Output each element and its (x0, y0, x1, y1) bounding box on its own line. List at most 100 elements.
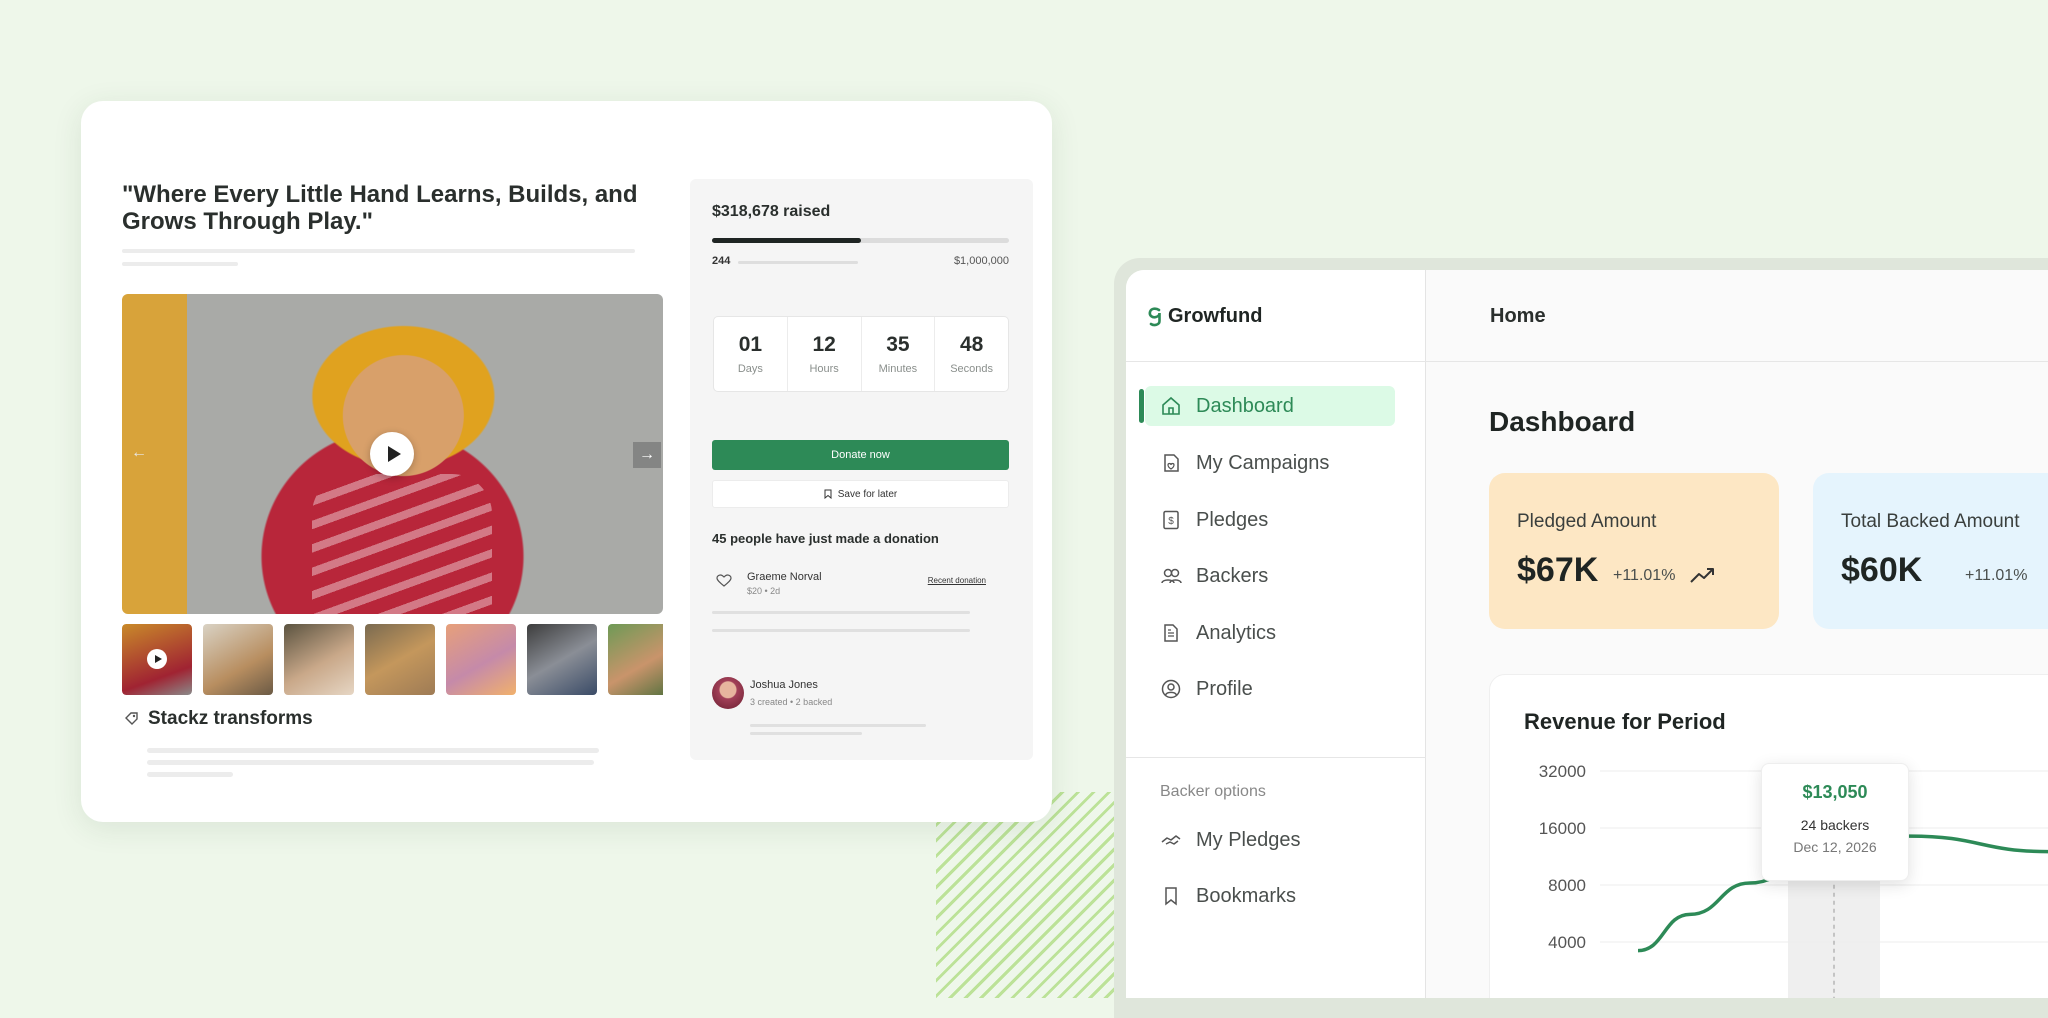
recent-donation-link[interactable]: Recent donation (928, 576, 986, 585)
tag-icon (125, 712, 138, 725)
thumbnail-strip (122, 624, 663, 695)
donation-panel: $318,678 raised 244 $1,000,000 01 Days 1… (690, 179, 1033, 760)
revenue-chart-card: Revenue for Period 32000 16000 8000 4000 $1… (1489, 674, 2048, 998)
countdown-days: 01 Days (714, 317, 788, 391)
skeleton-line (147, 760, 594, 765)
hatch-decoration (936, 792, 1136, 998)
progress-meta: 244 $1,000,000 (712, 255, 1009, 269)
sidebar-item-label: My Pledges (1196, 828, 1301, 851)
growfund-logo-icon (1148, 306, 1161, 326)
thumbnail[interactable] (608, 624, 663, 695)
raised-amount: $318,678 raised (712, 203, 831, 220)
highlight-column (1788, 881, 1880, 998)
sidebar-item-my-campaigns[interactable]: My Campaigns (1145, 443, 1395, 483)
save-label: Save for later (837, 488, 898, 500)
play-icon (387, 446, 401, 462)
sidebar-item-pledges[interactable]: $ Pledges (1145, 500, 1395, 540)
brand[interactable]: Growfund (1148, 305, 1262, 328)
sidebar-item-analytics[interactable]: Analytics (1145, 613, 1395, 653)
goal-amount: $1,000,000 (953, 255, 1009, 267)
dollar-doc-icon: $ (1163, 510, 1179, 530)
y-tick-label: 32000 (1539, 762, 1586, 781)
thumbnail[interactable] (203, 624, 273, 695)
stat-label: Total Backed Amount (1841, 511, 2020, 532)
thumbnail[interactable] (527, 624, 597, 695)
skeleton-line (122, 262, 238, 266)
play-button[interactable] (370, 432, 414, 476)
sidebar-item-label: My Campaigns (1196, 451, 1330, 474)
heart-hand-icon (716, 574, 732, 587)
backer-options-heading: Backer options (1160, 783, 1266, 800)
arrow-left-icon[interactable]: ← (128, 442, 150, 464)
countdown-unit: Minutes (878, 363, 918, 375)
user-circle-icon (1161, 679, 1181, 699)
y-tick-label: 16000 (1539, 819, 1586, 838)
brand-name: Growfund (1168, 305, 1263, 327)
countdown-timer: 01 Days 12 Hours 35 Minutes 48 Seconds (713, 316, 1009, 392)
users-icon (1161, 568, 1182, 584)
bookmark-icon (1165, 887, 1177, 906)
campaign-quote: "Where Every Little Hand Learns, Builds,… (122, 181, 638, 235)
y-tick-label: 8000 (1548, 876, 1586, 895)
campaign-card: "Where Every Little Hand Learns, Builds,… (81, 101, 1052, 822)
sidebar-item-profile[interactable]: Profile (1145, 669, 1395, 709)
trend-up-icon (1690, 568, 1714, 583)
dashboard-window: Growfund Dashboard My Campaigns $ Pledge… (1126, 270, 2048, 998)
media-detail (312, 474, 492, 614)
countdown-hours: 12 Hours (788, 317, 862, 391)
sidebar: Growfund Dashboard My Campaigns $ Pledge… (1126, 270, 1426, 998)
tooltip-date: Dec 12, 2026 (1793, 839, 1877, 855)
campaign-video[interactable]: ← → (122, 294, 663, 614)
stat-change: +11.01% (1965, 567, 2028, 584)
stat-change: +11.01% (1613, 567, 1676, 584)
sidebar-item-my-pledges[interactable]: My Pledges (1145, 820, 1395, 860)
sidebar-item-label: Backers (1196, 564, 1269, 587)
backers-count: 244 (712, 255, 731, 267)
topbar: Home (1426, 270, 2048, 362)
countdown-value: 12 (812, 333, 836, 356)
recent-donations-title: 45 people have just made a donation (712, 531, 939, 546)
donate-now-button[interactable]: Donate now (712, 440, 1009, 470)
stat-card-total-backed: Total Backed Amount $60K +11.01% (1813, 473, 2048, 629)
creator-row: Joshua Jones 3 created • 2 backed (712, 677, 952, 717)
play-icon (147, 649, 167, 669)
countdown-value: 35 (886, 333, 910, 356)
campaign-tag: Stackz transforms (124, 708, 313, 730)
thumbnail[interactable] (284, 624, 354, 695)
document-icon (1164, 624, 1178, 642)
tag-label: Stackz transforms (148, 708, 313, 729)
save-for-later-button[interactable]: Save for later (712, 480, 1009, 508)
svg-text:$: $ (1168, 516, 1174, 527)
page-title: Dashboard (1489, 406, 1636, 437)
countdown-unit: Days (737, 363, 763, 375)
sidebar-item-label: Analytics (1196, 621, 1277, 644)
creator-name: Joshua Jones (750, 679, 818, 691)
sidebar-item-dashboard[interactable]: Dashboard (1139, 386, 1395, 426)
bookmark-icon (824, 489, 832, 499)
stat-value: $67K (1517, 551, 1599, 589)
avatar (712, 677, 744, 709)
thumbnail[interactable] (365, 624, 435, 695)
creator-meta: 3 created • 2 backed (750, 697, 833, 707)
sidebar-item-label: Dashboard (1196, 394, 1294, 417)
sidebar-item-bookmarks[interactable]: Bookmarks (1145, 876, 1395, 916)
campaign-icon (1164, 454, 1179, 472)
sidebar-item-label: Profile (1196, 677, 1253, 700)
chart-tooltip: $13,050 24 backers Dec 12, 2026 (1761, 763, 1909, 881)
thumbnail[interactable] (122, 624, 194, 695)
skeleton-line (147, 748, 599, 753)
skeleton-line (750, 732, 862, 735)
sidebar-item-label: Pledges (1196, 508, 1269, 531)
skeleton-line (712, 611, 970, 614)
stat-card-pledged: Pledged Amount $67K +11.01% (1489, 473, 1779, 629)
divider (1126, 757, 1426, 758)
skeleton-line (147, 772, 233, 777)
arrow-right-icon[interactable]: → (633, 442, 661, 468)
countdown-minutes: 35 Minutes (862, 317, 936, 391)
thumbnail[interactable] (446, 624, 516, 695)
countdown-unit: Seconds (950, 363, 994, 375)
sidebar-item-backers[interactable]: Backers (1145, 556, 1395, 596)
sidebar-item-label: Bookmarks (1196, 884, 1297, 907)
skeleton-line (122, 249, 635, 253)
donor-meta: $20 • 2d (747, 586, 781, 596)
